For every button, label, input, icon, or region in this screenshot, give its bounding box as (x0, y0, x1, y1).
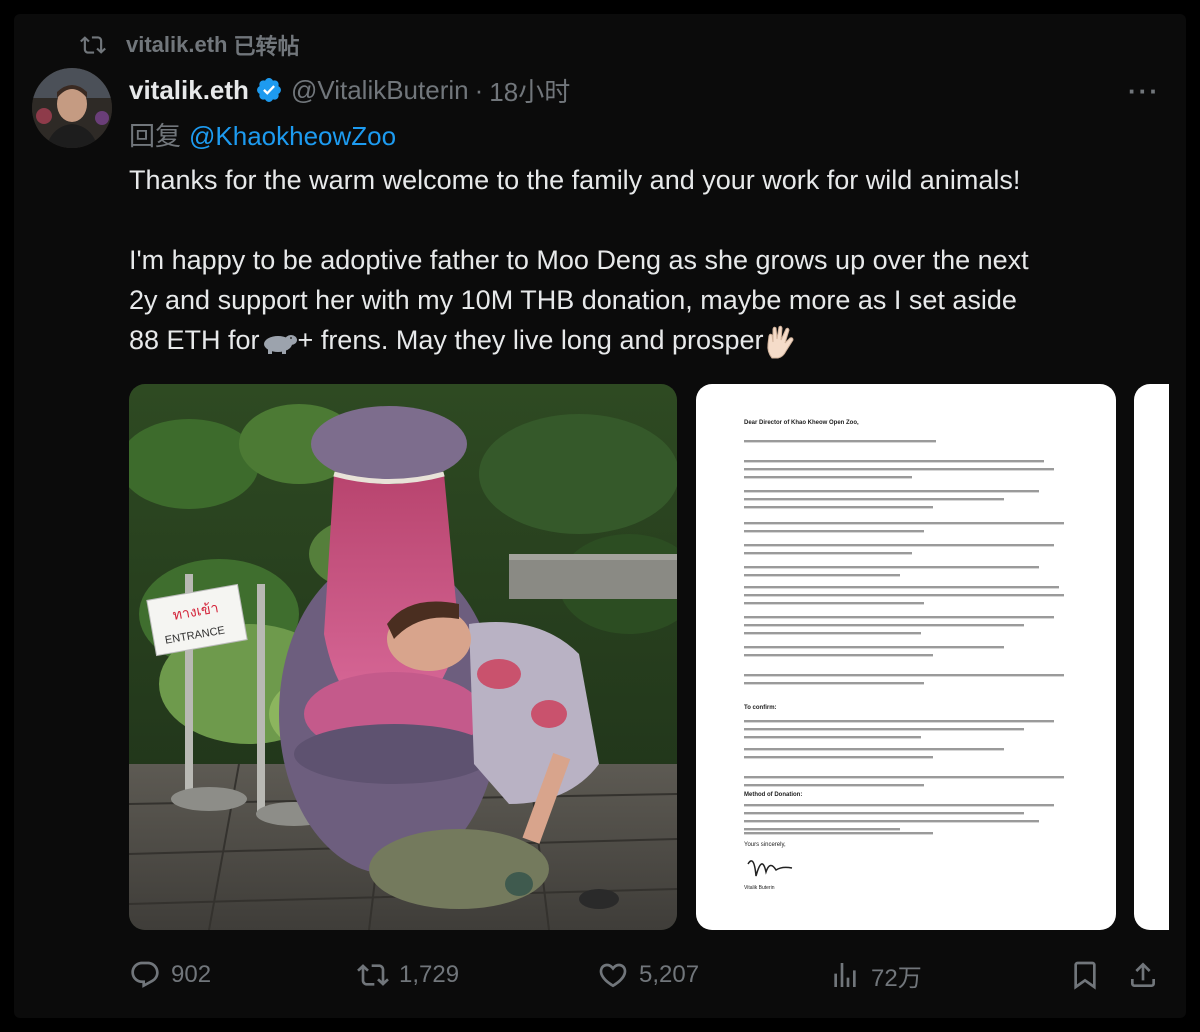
reply-count: 902 (171, 961, 212, 988)
tweet-text-segment: 88 ETH for (129, 325, 260, 355)
tweet-text: Thanks for the warm welcome to the famil… (129, 160, 1169, 360)
letter-text-line (744, 544, 1054, 547)
repost-context[interactable]: vitalik.eth 已转帖 (80, 30, 300, 60)
display-name[interactable]: vitalik.eth (129, 75, 249, 106)
letter-text-line (744, 812, 1024, 815)
separator-dot: · (474, 74, 484, 105)
more-icon: ··· (1128, 76, 1160, 106)
tweet-line-3: 88 ETH for + frens. May they live long an… (129, 320, 1169, 360)
timestamp[interactable]: 18小时 (489, 72, 570, 109)
photo-image: ทางเข้า ENTRANCE (129, 384, 677, 930)
like-count: 5,207 (639, 961, 700, 988)
letter-text-line (744, 574, 900, 577)
repost-label: 已转帖 (233, 34, 300, 59)
repost-icon (357, 964, 389, 986)
letter-text-line (744, 624, 1024, 627)
letter-text-line (744, 440, 936, 443)
letter-text-line (744, 784, 924, 787)
tweet-paragraph: Thanks for the warm welcome to the famil… (129, 165, 1021, 195)
tweet-actions: 902 1,729 5,207 72万 (129, 950, 1169, 1000)
share-icon (1131, 962, 1155, 987)
letter-subheading-method: Method of Donation: (744, 792, 802, 798)
tweet-header: vitalik.eth @VitalikButerin · 18小时 (129, 70, 570, 110)
media-gallery[interactable]: ทางเข้า ENTRANCE Dear Director of Khao K… (129, 384, 1169, 930)
letter-text-line (744, 476, 912, 479)
repost-icon (80, 36, 106, 54)
letter-text-line (744, 682, 924, 685)
letter-text-line (744, 602, 924, 605)
handle[interactable]: @VitalikButerin (291, 75, 469, 106)
avatar-image (32, 68, 112, 148)
letter-text-line (744, 632, 921, 635)
photo-donation-letter[interactable]: Dear Director of Khao Kheow Open Zoo, To… (696, 384, 1116, 930)
letter-text-line (744, 674, 1064, 677)
more-button[interactable]: ··· (1128, 76, 1160, 107)
letter-text-line (744, 594, 1064, 597)
reply-label: 回复 (129, 121, 182, 151)
letter-text-line (744, 586, 1059, 589)
share-button[interactable] (1127, 950, 1169, 1000)
verified-badge-icon[interactable] (255, 76, 283, 104)
letter-text-line (744, 530, 924, 533)
bookmark-button[interactable] (1069, 950, 1111, 1000)
views-icon (834, 963, 856, 987)
reply-to-link[interactable]: @KhaokheowZoo (189, 121, 396, 151)
letter-text-line (744, 820, 1039, 823)
avatar[interactable] (32, 68, 112, 148)
letter-text-line (744, 468, 1054, 471)
letter-signer: Vitalik Buterin (744, 885, 775, 891)
next-media-peek[interactable] (1134, 384, 1169, 930)
letter-text-line (744, 460, 1044, 463)
views-count: 72万 (871, 964, 922, 992)
letter-closing: Yours sincerely, (744, 842, 786, 848)
repost-button[interactable]: 1,729 (357, 950, 459, 1000)
letter-text-line (744, 522, 1064, 525)
heart-icon (599, 963, 627, 988)
letter-text-line (744, 828, 900, 831)
letter-text-line (744, 720, 1054, 723)
like-button[interactable]: 5,207 (597, 950, 699, 1000)
letter-text-line (744, 776, 1064, 779)
photo-hippo-statue[interactable]: ทางเข้า ENTRANCE (129, 384, 677, 930)
views-button[interactable]: 72万 (829, 950, 922, 1000)
tweet-line: I'm happy to be adoptive father to Moo D… (129, 245, 1029, 275)
letter-text-line (744, 832, 933, 835)
repost-count: 1,729 (399, 961, 460, 988)
tweet-line: 2y and support her with my 10M THB donat… (129, 285, 1017, 315)
letter-text-line (744, 748, 1004, 751)
letter-greeting: Dear Director of Khao Kheow Open Zoo, (744, 420, 859, 426)
repost-user[interactable]: vitalik.eth (126, 32, 227, 58)
hippo-emoji (263, 334, 297, 354)
letter-text-line (744, 498, 1004, 501)
letter-subheading-confirm: To confirm: (744, 705, 777, 711)
letter-image: Dear Director of Khao Kheow Open Zoo, To… (744, 420, 1064, 891)
reply-icon (131, 961, 159, 988)
tweet-text-segment: + frens. May they live long and prosper (297, 325, 764, 355)
letter-text-line (744, 552, 912, 555)
bookmark-icon (1074, 961, 1096, 990)
letter-text-line (744, 506, 933, 509)
letter-signature (747, 860, 793, 877)
letter-text-line (744, 490, 1039, 493)
vulcan-salute-emoji (766, 325, 794, 359)
letter-text-line (744, 756, 933, 759)
reply-button[interactable]: 902 (129, 950, 211, 1000)
letter-text-line (744, 728, 1024, 731)
letter-text-line (744, 804, 1054, 807)
letter-text-line (744, 566, 1039, 569)
letter-text-line (744, 616, 1054, 619)
letter-text-line (744, 646, 1004, 649)
letter-text-line (744, 736, 921, 739)
letter-text-line (744, 654, 933, 657)
replying-to: 回复 @KhaokheowZoo (129, 116, 396, 153)
